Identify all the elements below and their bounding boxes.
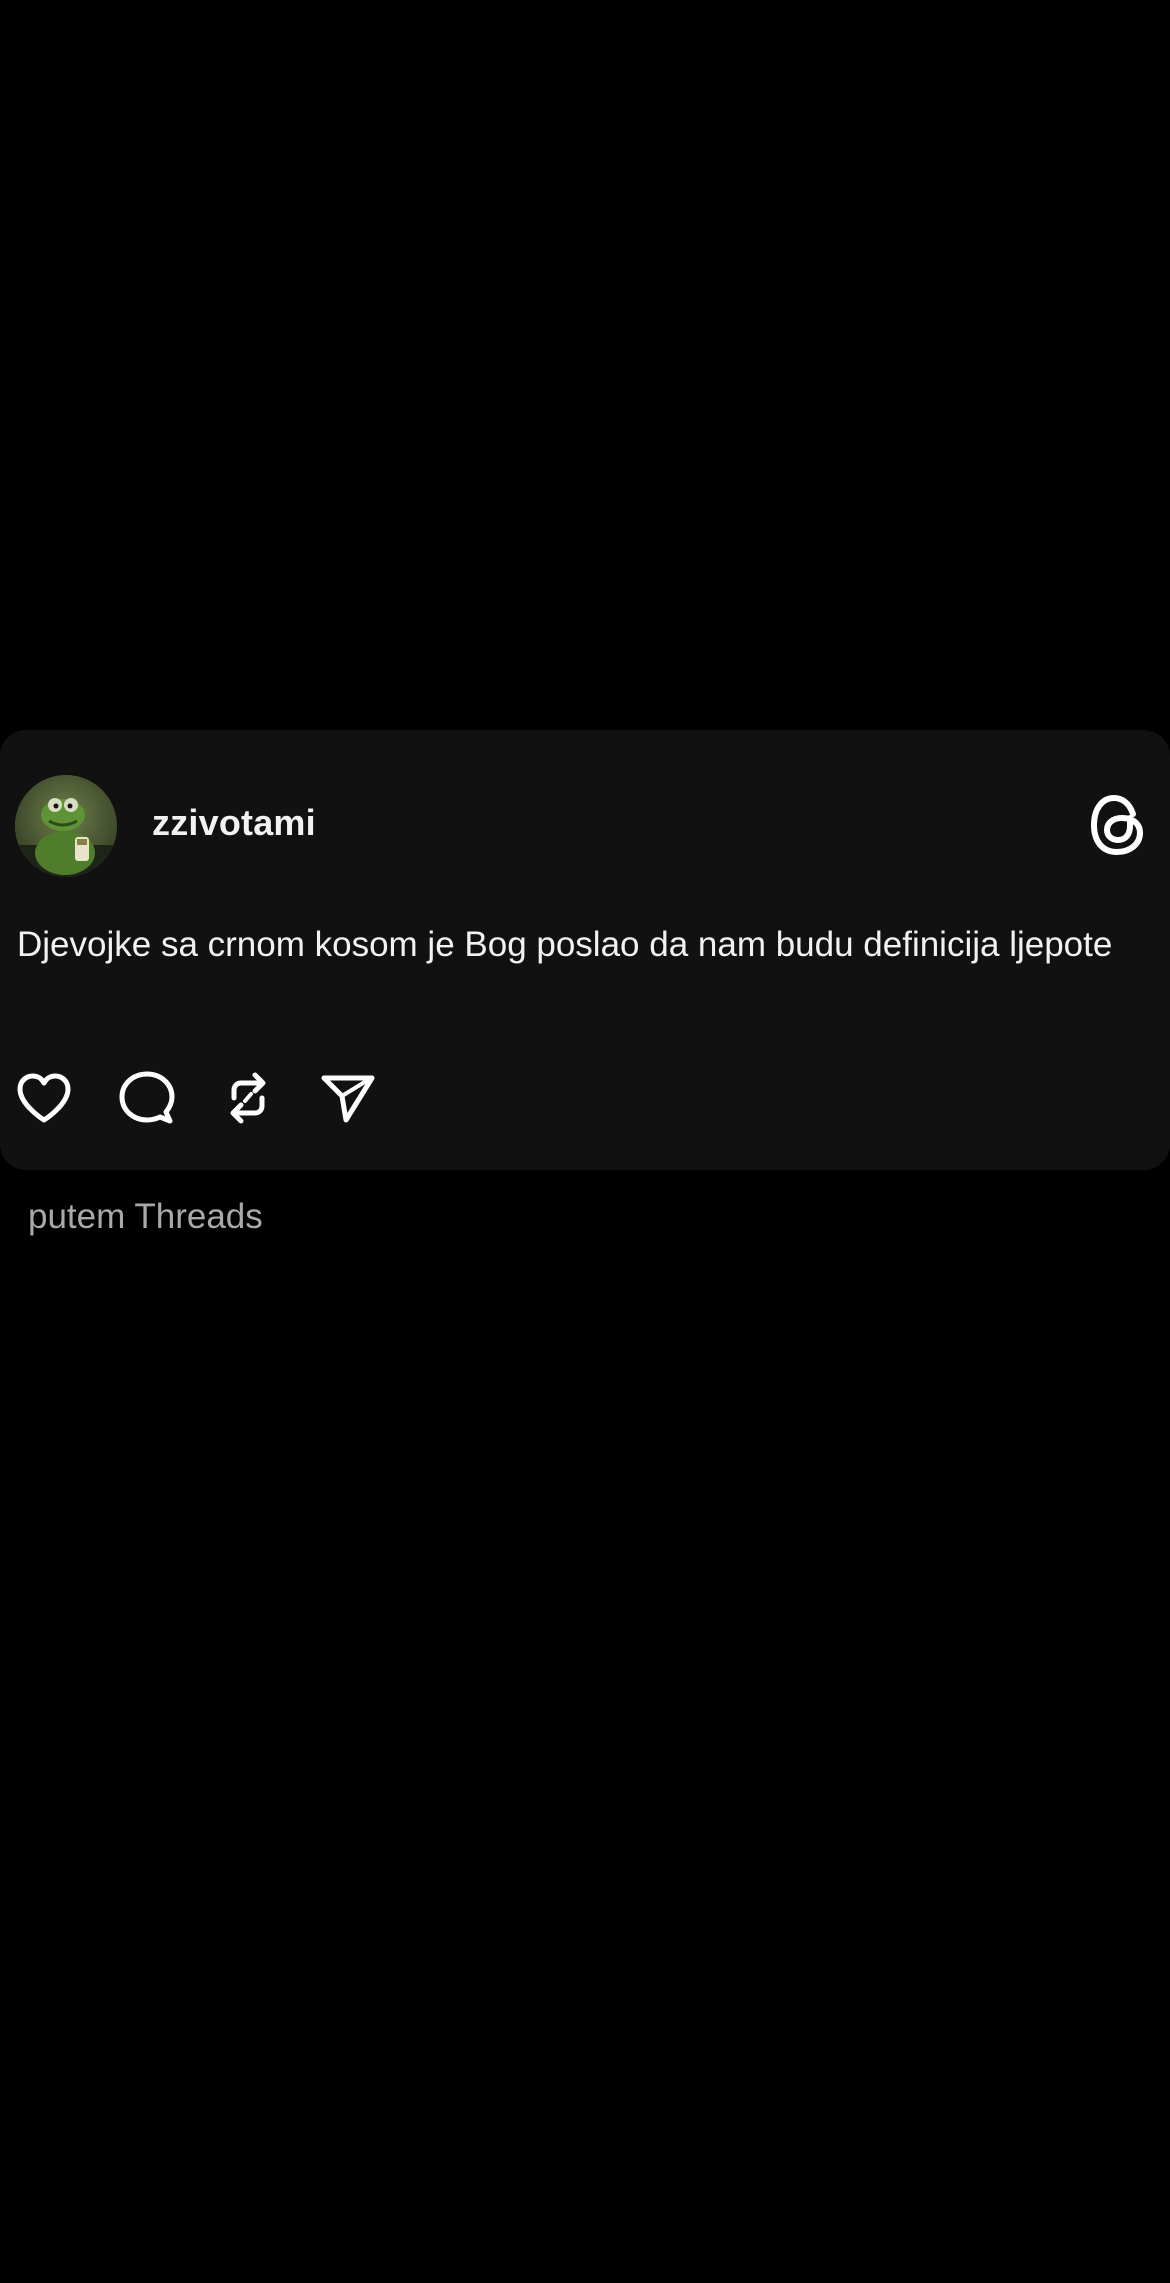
repost-icon	[218, 1072, 278, 1132]
send-icon	[318, 1075, 378, 1132]
post-text: Djevojke sa crnom kosom je Bog poslao da…	[17, 925, 1113, 964]
comment-icon	[116, 1071, 176, 1132]
avatar[interactable]	[15, 775, 117, 877]
threads-post-card[interactable]: zzivotami Djevojke sa crnom kosom je Bog…	[0, 730, 1170, 1170]
share-button[interactable]	[318, 1068, 378, 1128]
heart-icon	[14, 1073, 74, 1132]
via-threads-caption: putem Threads	[28, 1197, 263, 1236]
repost-button[interactable]	[218, 1068, 278, 1128]
threads-logo-icon[interactable]	[1088, 792, 1148, 858]
comment-button[interactable]	[116, 1068, 176, 1128]
like-button[interactable]	[14, 1068, 74, 1128]
username[interactable]: zzivotami	[152, 802, 316, 844]
